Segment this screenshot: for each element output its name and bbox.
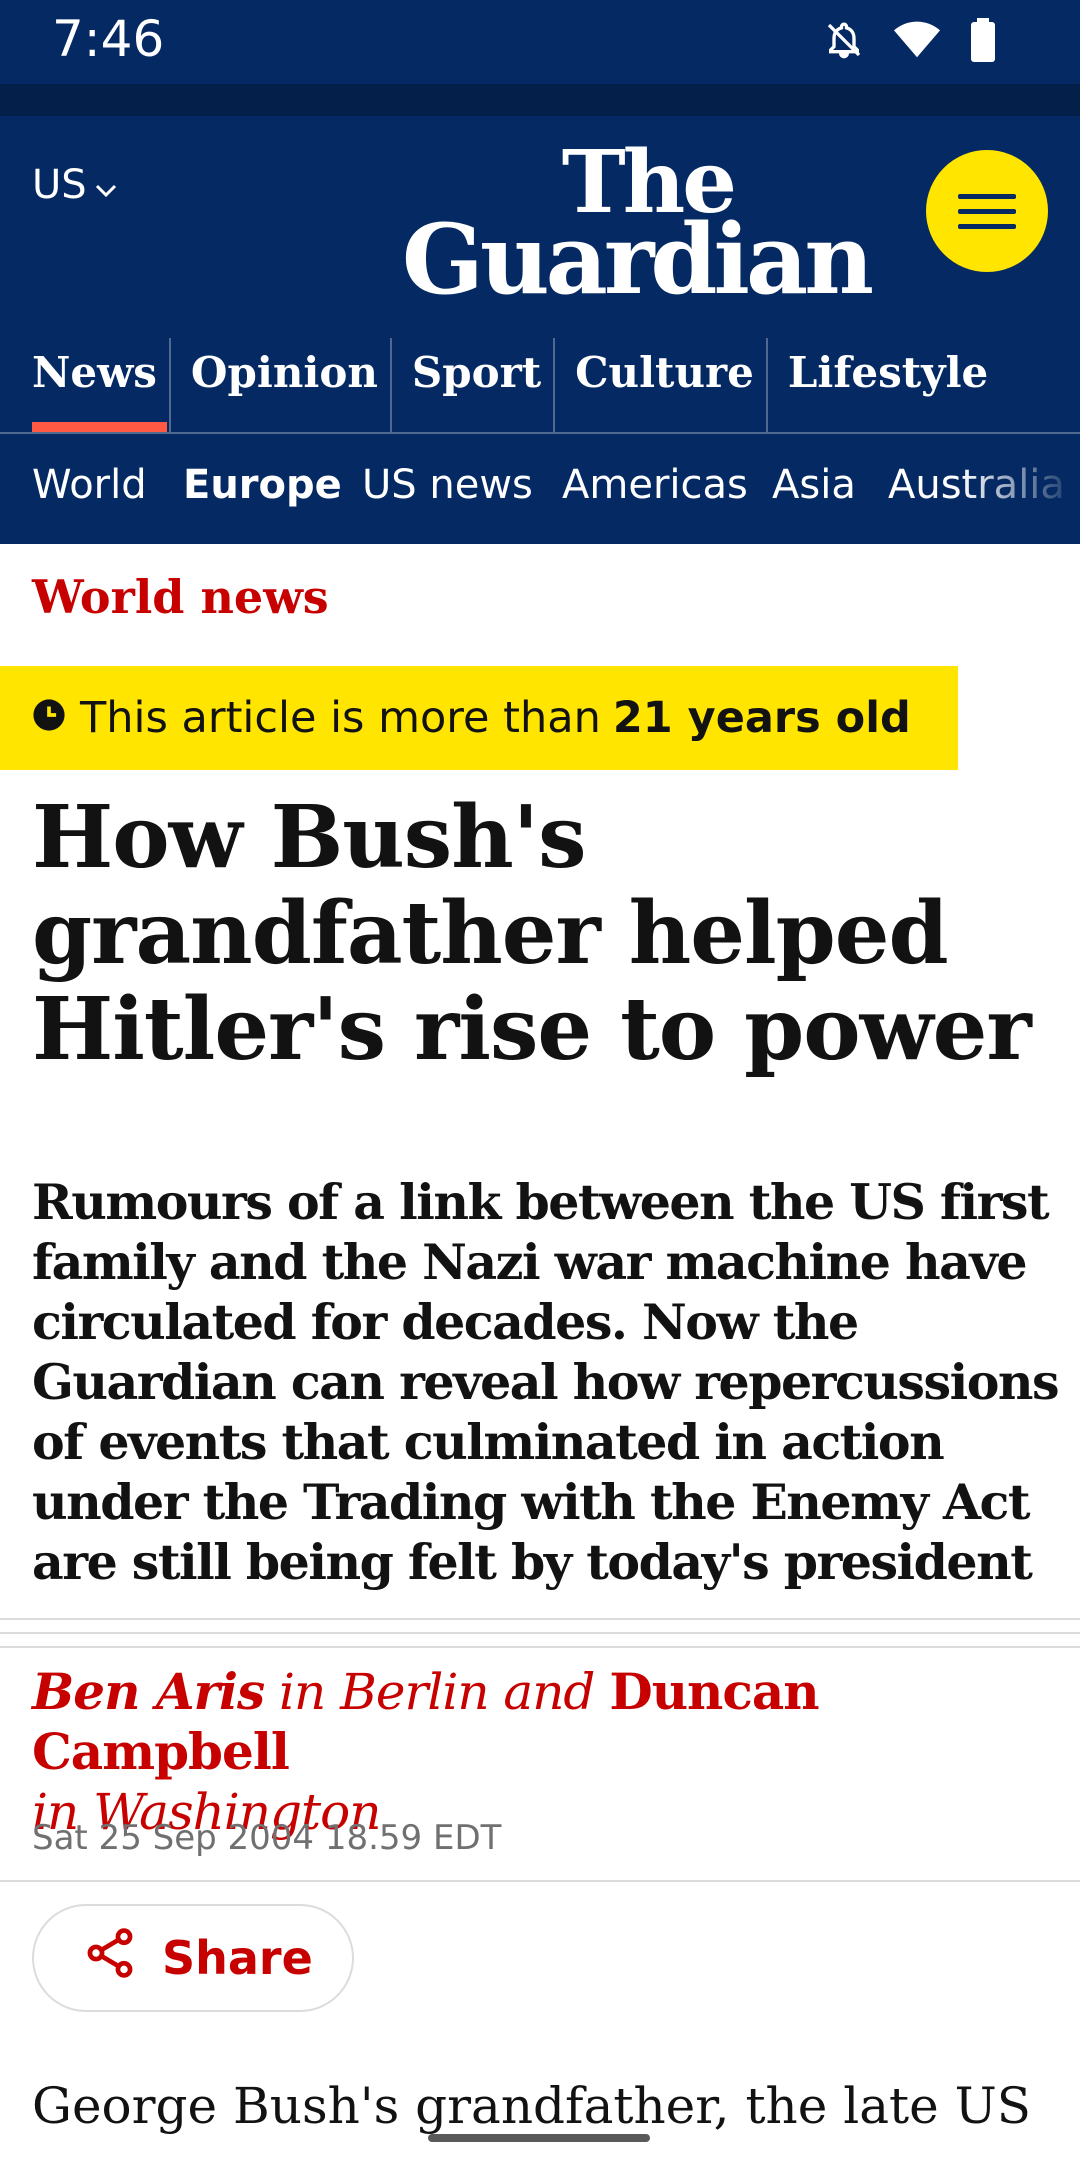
headline: How Bush's grandfather helped Hitler's r… [32,787,1032,1080]
status-divider [0,84,1080,116]
age-warning-age: 21 years old [612,693,911,743]
guardian-logo[interactable]: The Guardian [402,140,900,310]
bell-off-icon [824,20,864,60]
publish-date: Sat 25 Sep 2004 18.59 EDT [32,1818,502,1858]
author-link[interactable]: Ben Aris [32,1662,265,1721]
share-button[interactable]: Share [32,1904,354,2012]
chevron-down-icon [95,162,117,208]
wifi-icon [894,20,940,60]
article-body: George Bush's grandfather, the late US [32,2077,1031,2135]
divider [0,1646,1080,1648]
subnav-fade [960,434,1080,544]
battery-icon [970,18,996,62]
subnav-item-world[interactable]: World [32,462,147,508]
hamburger-icon-bar [958,208,1016,214]
edition-label: US [32,162,87,208]
site-header: US The Guardian News Opinion Sport Cultu… [0,116,1080,432]
edition-selector[interactable]: US [32,162,117,208]
standfirst: Rumours of a link between the US first f… [32,1173,1060,1591]
byline-location: in Berlin and [264,1663,610,1721]
pillar-opinion[interactable]: Opinion [168,338,390,432]
pillar-culture[interactable]: Culture [553,338,766,432]
subnav-item-us-news[interactable]: US news [362,462,533,508]
divider [0,1618,1080,1620]
home-indicator[interactable] [428,2134,650,2142]
divider [0,1632,1080,1634]
divider [0,1880,1080,1882]
subnav-item-asia[interactable]: Asia [772,462,856,508]
subnav-item-europe[interactable]: Europe [183,462,342,508]
pillar-lifestyle[interactable]: Lifestyle [765,338,1000,432]
pillar-news[interactable]: News [0,338,169,432]
clock-icon [32,693,66,743]
pillar-nav: News Opinion Sport Culture Lifestyle [0,338,1000,432]
hamburger-icon-bar [958,223,1016,229]
byline: Ben Aris in Berlin and Duncan Campbell i… [32,1662,1052,1842]
section-label[interactable]: World news [32,570,329,624]
age-warning: This article is more than 21 years old [0,666,958,770]
status-bar: 7:46 [0,0,1080,84]
share-label: Share [162,1931,313,1985]
age-warning-text: This article is more than [80,693,601,743]
share-icon [82,1925,138,1992]
pillar-sport[interactable]: Sport [389,338,553,432]
status-icons [824,18,996,62]
menu-button[interactable] [926,150,1048,272]
subnav: World Europe US news Americas Asia Austr… [0,432,1080,544]
logo-line-2: Guardian [401,203,874,316]
subnav-item-americas[interactable]: Americas [562,462,748,508]
hamburger-icon-bar [958,193,1016,199]
status-time: 7:46 [52,10,165,68]
